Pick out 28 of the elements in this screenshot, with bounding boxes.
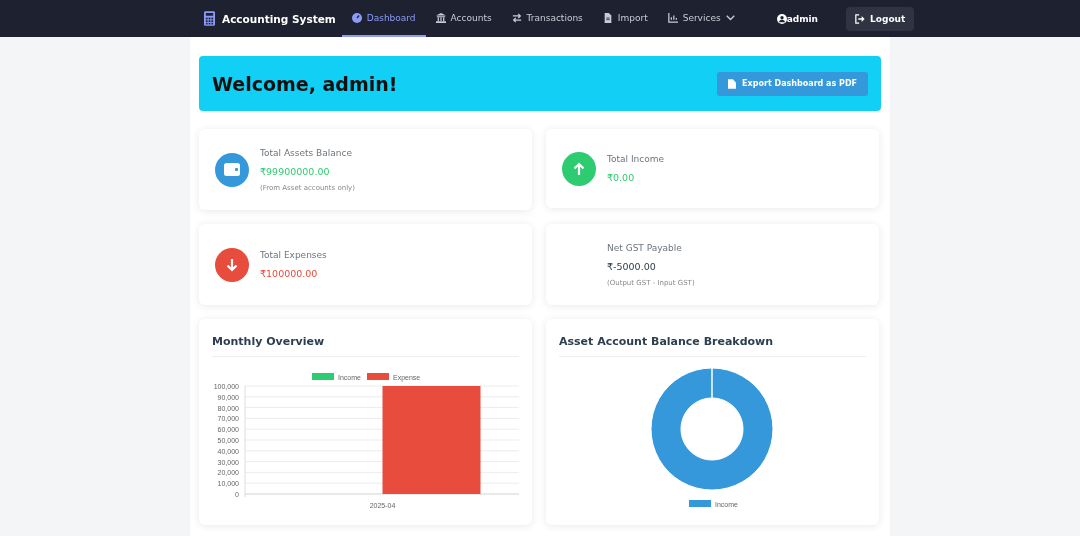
logout-button[interactable]: Logout bbox=[846, 6, 915, 31]
calculator-icon bbox=[204, 11, 215, 26]
stat-title: Total Expenses bbox=[260, 250, 327, 260]
user-link[interactable]: admin bbox=[776, 13, 818, 24]
welcome-heading: Welcome, admin! bbox=[212, 72, 398, 95]
stat-value: ₹-5000.00 bbox=[607, 260, 657, 272]
file-icon bbox=[728, 78, 737, 89]
brand-link[interactable]: Accounting System bbox=[204, 11, 336, 26]
card-title: Monthly Overview bbox=[212, 335, 519, 357]
stat-title: Total Income bbox=[607, 154, 664, 164]
nav-link[interactable]: Import bbox=[592, 0, 658, 37]
card-title: Asset Account Balance Breakdown bbox=[559, 335, 866, 357]
stat-value: ₹0.00 bbox=[607, 172, 636, 183]
swap-icon bbox=[511, 12, 522, 23]
stat-value: ₹99900000.00 bbox=[260, 165, 331, 177]
nav-link[interactable]: Transactions bbox=[501, 0, 593, 37]
stat-title: Net GST Payable bbox=[607, 242, 683, 253]
legend-swatch bbox=[689, 500, 711, 507]
nav-link[interactable]: Accounts bbox=[425, 0, 502, 37]
file-icon bbox=[602, 12, 613, 23]
chart-icon bbox=[667, 12, 678, 23]
stat-value: ₹100000.00 bbox=[260, 268, 319, 279]
bank-icon bbox=[435, 12, 446, 23]
stat-title: Total Assets Balance bbox=[260, 147, 353, 158]
gauge-icon bbox=[351, 12, 362, 23]
nav-link[interactable]: Services bbox=[657, 0, 745, 37]
user-icon bbox=[776, 13, 787, 24]
logout-icon bbox=[855, 13, 865, 24]
